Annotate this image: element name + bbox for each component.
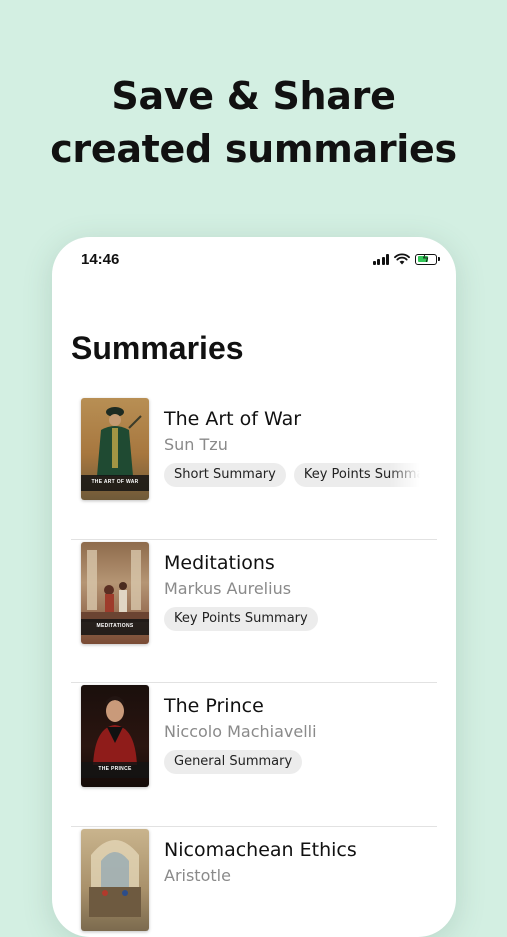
list-item[interactable]: THE ART OF WAR The Art of War Sun Tzu Sh…: [71, 396, 437, 540]
status-time: 14:46: [81, 251, 119, 268]
book-author: Aristotle: [164, 866, 437, 886]
book-title: Meditations: [164, 551, 437, 575]
book-title: The Art of War: [164, 407, 437, 431]
cover-text: THE PRINCE: [81, 766, 149, 772]
signal-icon: [373, 254, 390, 265]
cover-text: THE ART OF WAR: [81, 479, 149, 485]
book-author: Sun Tzu: [164, 435, 437, 455]
battery-cap: [438, 257, 440, 261]
summary-tag[interactable]: General Summary: [164, 750, 302, 774]
book-title: The Prince: [164, 694, 437, 718]
book-cover: MEDITATIONS: [81, 542, 149, 644]
promo-headline: Save & Share created summaries: [0, 70, 507, 176]
battery-charging-icon: ϟ: [415, 254, 437, 265]
book-cover: [81, 829, 149, 931]
tag-list: Short Summary Key Points Summary: [164, 463, 420, 487]
status-bar: 14:46 ϟ: [52, 251, 456, 273]
summary-tag[interactable]: Short Summary: [164, 463, 286, 487]
book-author: Niccolo Machiavelli: [164, 722, 437, 742]
status-icons: ϟ: [373, 253, 441, 265]
tag-list: Key Points Summary: [164, 607, 420, 631]
list-item[interactable]: THE PRINCE The Prince Niccolo Machiavell…: [71, 683, 437, 827]
list-item[interactable]: Nicomachean Ethics Aristotle: [71, 827, 437, 937]
headline-line-1: Save & Share: [0, 70, 507, 123]
tag-list: General Summary: [164, 750, 420, 774]
phone-screen: 14:46 ϟ Summaries: [52, 237, 456, 937]
list-item[interactable]: MEDITATIONS Meditations Markus Aurelius …: [71, 540, 437, 684]
book-author: Markus Aurelius: [164, 579, 437, 599]
book-cover: THE ART OF WAR: [81, 398, 149, 500]
book-cover: THE PRINCE: [81, 685, 149, 787]
summary-tag[interactable]: Key Points Summary: [294, 463, 420, 487]
headline-line-2: created summaries: [0, 123, 507, 176]
summary-tag[interactable]: Key Points Summary: [164, 607, 318, 631]
summaries-list: THE ART OF WAR The Art of War Sun Tzu Sh…: [71, 396, 437, 937]
book-title: Nicomachean Ethics: [164, 838, 437, 862]
cover-text: MEDITATIONS: [81, 623, 149, 629]
page-title: Summaries: [71, 330, 244, 367]
wifi-icon: [394, 253, 410, 265]
